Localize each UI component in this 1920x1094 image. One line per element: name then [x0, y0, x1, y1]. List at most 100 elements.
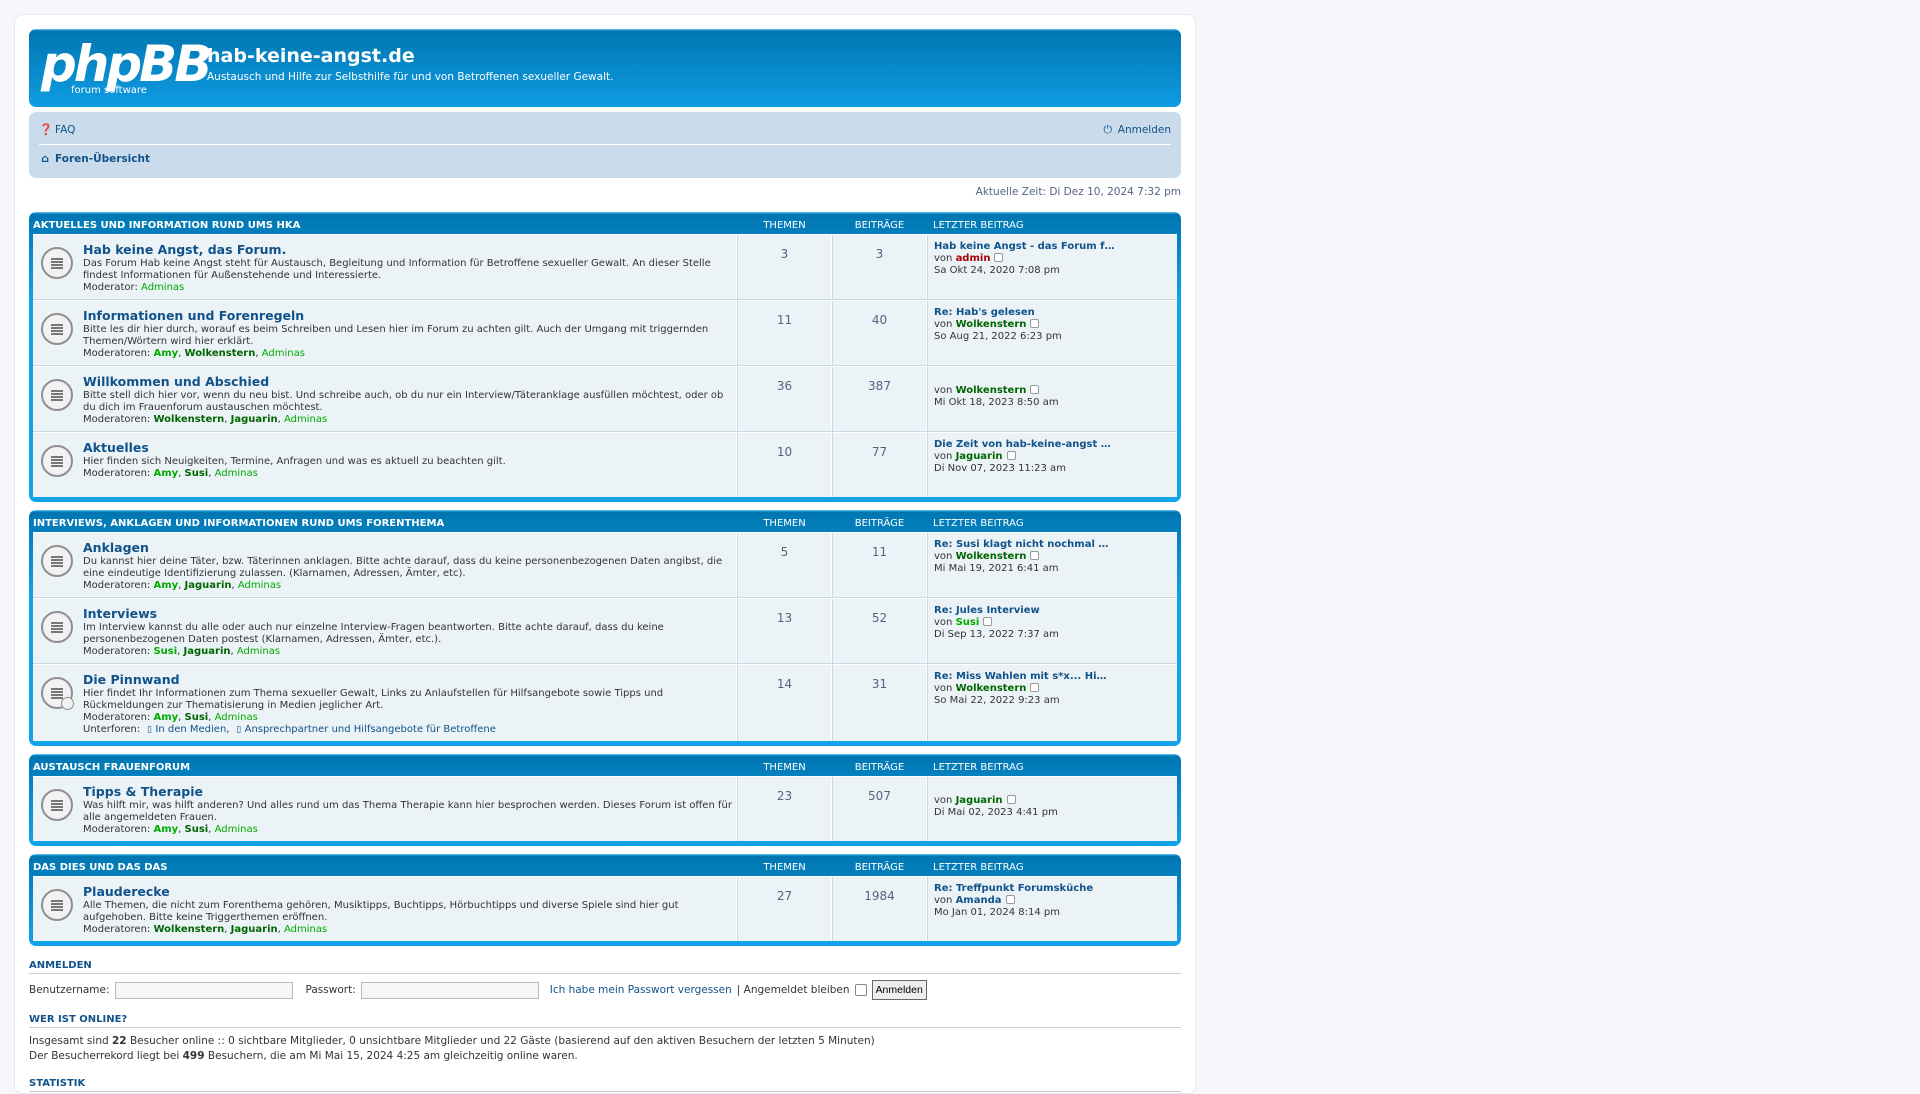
last-post-author[interactable]: Wolkenstern [956, 551, 1027, 562]
moderator-link[interactable]: Wolkenstern [153, 414, 224, 425]
last-post-date: So Mai 22, 2022 9:23 am [934, 695, 1060, 706]
moderator-link[interactable]: Adminas [215, 824, 258, 835]
moderator-link[interactable]: Adminas [237, 646, 280, 657]
moderator-link[interactable]: Adminas [215, 468, 258, 479]
site-tagline: Austausch und Hilfe zur Selbsthilfe für … [207, 71, 614, 83]
category-title[interactable]: Das dies und das das [33, 862, 737, 873]
moderator-link[interactable]: Jaguarin [185, 580, 232, 591]
moderator-link[interactable]: Adminas [262, 348, 305, 359]
moderator-link[interactable]: Jaguarin [231, 414, 278, 425]
login-button[interactable]: Anmelden [871, 980, 927, 1000]
moderator-link[interactable]: Amy [153, 580, 178, 591]
last-post-author[interactable]: Jaguarin [956, 795, 1003, 806]
last-post-author[interactable]: Wolkenstern [956, 385, 1027, 396]
last-post: Re: Susi klagt nicht nochmal … von Wolke… [927, 533, 1177, 597]
forum-title[interactable]: Interviews [83, 606, 736, 621]
moderator-link[interactable]: Susi [153, 646, 177, 657]
forum-description: Das Forum Hab keine Angst steht für Aust… [83, 258, 711, 281]
subforum-link[interactable]: Ansprechpartner und Hilfsangebote für Be… [245, 724, 496, 735]
last-post: Hab keine Angst - das Forum f… von admin… [927, 235, 1177, 299]
view-latest-post-icon[interactable] [1030, 551, 1040, 560]
forum-title[interactable]: Informationen und Forenregeln [83, 308, 736, 323]
category-title[interactable]: Austausch Frauenforum [33, 762, 737, 773]
last-post-title[interactable]: Re: Jules Interview [934, 605, 1171, 617]
forum-title[interactable]: Die Pinnwand [83, 672, 736, 687]
view-latest-post-icon[interactable] [1030, 683, 1040, 692]
moderator-link[interactable]: Amy [153, 824, 178, 835]
moderator-link[interactable]: Adminas [284, 414, 327, 425]
moderator-link[interactable]: Amy [153, 712, 178, 723]
by-label: von [934, 551, 953, 562]
topic-count: 11 [737, 301, 832, 365]
forum-description: Hier finden sich Neuigkeiten, Termine, A… [83, 456, 506, 467]
moderator-link[interactable]: Amy [153, 468, 178, 479]
breadcrumb-home[interactable]: ⌂ Foren-Übersicht [39, 152, 150, 165]
last-post-title[interactable]: Re: Hab's gelesen [934, 307, 1171, 319]
last-post-author[interactable]: Amanda [956, 895, 1002, 906]
moderator-link[interactable]: Jaguarin [231, 924, 278, 935]
moderator-link[interactable]: Wolkenstern [185, 348, 256, 359]
moderator-link[interactable]: Susi [185, 824, 209, 835]
last-post-title[interactable]: Re: Susi klagt nicht nochmal … [934, 539, 1171, 551]
forum-title[interactable]: Plauderecke [83, 884, 736, 899]
moderators-label: Moderatoren: [83, 924, 151, 935]
view-latest-post-icon[interactable] [983, 617, 993, 626]
online-record: Der Besucherrekord liegt bei 499 Besuche… [29, 1049, 1181, 1064]
forum-title[interactable]: Hab keine Angst, das Forum. [83, 242, 736, 257]
subforum-link[interactable]: In den Medien [155, 724, 226, 735]
last-post-author[interactable]: Jaguarin [956, 451, 1003, 462]
forum-title[interactable]: Anklagen [83, 540, 736, 555]
faq-label: FAQ [55, 124, 76, 136]
moderator-link[interactable]: Adminas [215, 712, 258, 723]
post-count: 40 [832, 301, 927, 365]
moderator-link[interactable]: Adminas [141, 282, 184, 293]
view-latest-post-icon[interactable] [994, 253, 1004, 262]
phpbb-logo[interactable]: phpBB forum software [41, 36, 212, 96]
password-input[interactable] [360, 981, 539, 999]
topic-count: 23 [737, 777, 832, 841]
last-post-author[interactable]: Wolkenstern [956, 319, 1027, 330]
login-link[interactable]: ⏻ Anmelden [1102, 124, 1171, 137]
last-post-author[interactable]: Susi [956, 617, 980, 628]
moderator-link[interactable]: Adminas [238, 580, 281, 591]
faq-link[interactable]: ❓ FAQ [39, 124, 76, 137]
topic-count: 27 [737, 877, 832, 941]
remember-me-checkbox[interactable] [854, 984, 867, 996]
last-post-title[interactable]: Hab keine Angst - das Forum f… [934, 241, 1171, 253]
view-latest-post-icon[interactable] [1030, 385, 1040, 394]
last-post-title[interactable]: Re: Miss Wahlen mit s*x... Hi… [934, 671, 1171, 683]
username-input[interactable] [114, 981, 293, 999]
moderator-link[interactable]: Susi [185, 468, 209, 479]
topic-count: 13 [737, 599, 832, 663]
last-post-date: Di Mai 02, 2023 4:41 pm [934, 807, 1058, 818]
forum-description: Im Interview kannst du alle oder auch nu… [83, 622, 664, 645]
topic-count: 5 [737, 533, 832, 597]
last-post-author[interactable]: Wolkenstern [956, 683, 1027, 694]
forum-title[interactable]: Tipps & Therapie [83, 784, 736, 799]
moderators-label: Moderatoren: [83, 468, 151, 479]
category-title[interactable]: Aktuelles und Information rund ums HKA [33, 220, 737, 231]
moderator-link[interactable]: Adminas [284, 924, 327, 935]
view-latest-post-icon[interactable] [1005, 895, 1015, 904]
forum-row: Aktuelles Hier finden sich Neuigkeiten, … [33, 432, 1177, 497]
moderator-link[interactable]: Susi [185, 712, 209, 723]
moderator-link[interactable]: Wolkenstern [153, 924, 224, 935]
view-latest-post-icon[interactable] [1006, 795, 1016, 804]
last-post-title[interactable]: Re: Treffpunkt Forumsküche [934, 883, 1171, 895]
topic-count: 36 [737, 367, 832, 431]
moderator-link[interactable]: Jaguarin [184, 646, 231, 657]
last-post-author[interactable]: admin [956, 253, 991, 264]
view-latest-post-icon[interactable] [1030, 319, 1040, 328]
moderator-link[interactable]: Amy [153, 348, 178, 359]
moderators-label: Moderatoren: [83, 580, 151, 591]
who-is-online-heading[interactable]: Wer ist online? [29, 1014, 127, 1025]
forum-subforum-icon [41, 677, 74, 710]
forum-title[interactable]: Aktuelles [83, 440, 736, 455]
last-post-title[interactable]: Die Zeit von hab-keine-angst … [934, 439, 1171, 451]
statistics-heading: Statistik [29, 1078, 1181, 1092]
category-title[interactable]: Interviews, Anklagen und Informationen r… [33, 518, 737, 529]
topic-count: 10 [737, 433, 832, 497]
forgot-password-link[interactable]: Ich habe mein Passwort vergessen [550, 984, 732, 996]
forum-title[interactable]: Willkommen und Abschied [83, 374, 736, 389]
view-latest-post-icon[interactable] [1006, 451, 1016, 460]
